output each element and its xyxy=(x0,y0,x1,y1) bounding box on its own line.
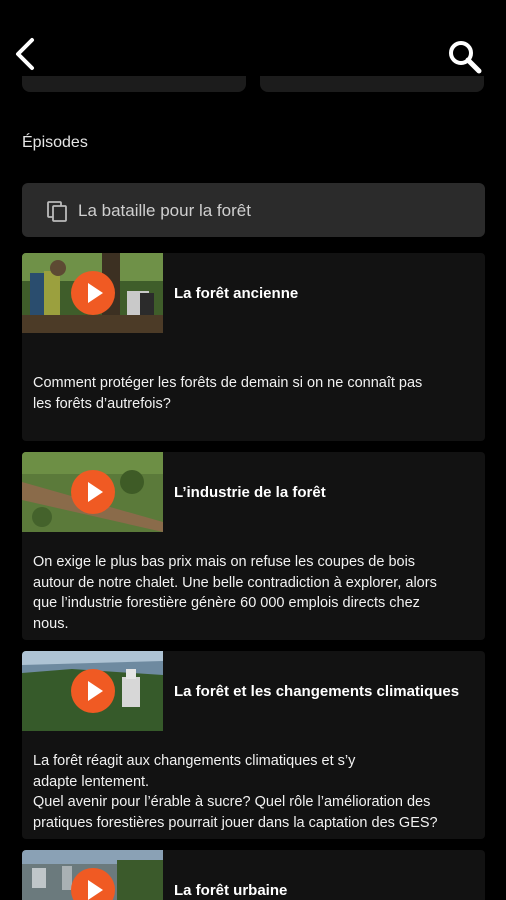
episode-description: Comment protéger les forêts de demain si… xyxy=(33,375,423,412)
search-icon[interactable] xyxy=(446,38,484,76)
episode-description: La forêt réagit aux changements climatiq… xyxy=(33,753,438,831)
copy-stack-icon xyxy=(47,201,67,222)
episode-thumbnail xyxy=(22,850,163,900)
play-icon[interactable] xyxy=(71,669,115,713)
episode-thumbnail xyxy=(22,452,163,532)
season-label: La bataille pour la forêt xyxy=(78,201,251,220)
play-icon[interactable] xyxy=(71,271,115,315)
episode-title: La forêt et les changements climatiques xyxy=(174,683,460,700)
episode-thumbnail xyxy=(22,253,163,333)
episode-card[interactable]: L’industrie de la forêt On exige le plus… xyxy=(22,452,485,640)
back-arrow-icon[interactable] xyxy=(8,34,40,74)
episodes-heading: Épisodes xyxy=(22,134,88,151)
previous-panel-edge xyxy=(260,76,484,92)
previous-panel-edge xyxy=(22,76,246,92)
episode-card[interactable]: La forêt et les changements climatiques … xyxy=(22,651,485,839)
episode-card[interactable]: La forêt urbaine xyxy=(22,850,485,900)
top-app-bar xyxy=(0,0,506,92)
episode-description: On exige le plus bas prix mais on refuse… xyxy=(33,554,437,632)
episode-thumbnail xyxy=(22,651,163,731)
season-selector[interactable]: La bataille pour la forêt xyxy=(22,183,485,237)
episode-card[interactable]: La forêt ancienne Comment protéger les f… xyxy=(22,253,485,441)
play-icon[interactable] xyxy=(71,470,115,514)
episode-title: L’industrie de la forêt xyxy=(174,484,326,501)
episode-title: La forêt ancienne xyxy=(174,285,299,302)
episode-title: La forêt urbaine xyxy=(174,882,288,899)
